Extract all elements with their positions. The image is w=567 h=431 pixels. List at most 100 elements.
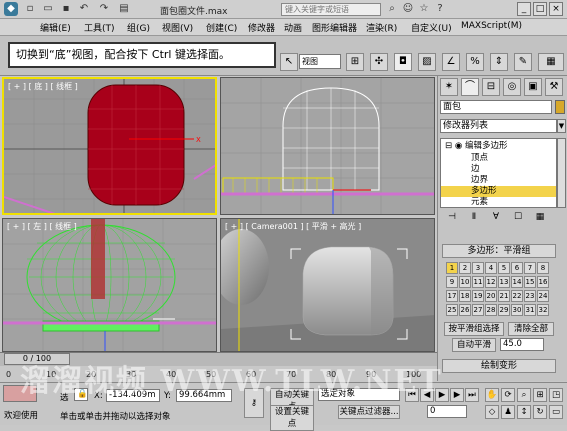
- menu-customize[interactable]: 自定义(U): [411, 21, 452, 34]
- smoothing-group-20[interactable]: 20: [485, 290, 497, 302]
- pin-stack-icon[interactable]: ⊣: [444, 210, 460, 225]
- menu-tools[interactable]: 工具(T): [84, 21, 115, 34]
- menu-graph-editors[interactable]: 图形编辑器: [312, 21, 357, 34]
- redo-icon[interactable]: ↷: [98, 3, 110, 15]
- menu-rendering[interactable]: 渲染(R): [366, 21, 397, 34]
- open-file-icon[interactable]: ▭: [42, 3, 54, 15]
- create-selection-button[interactable]: ▦: [538, 53, 564, 71]
- minimize-button[interactable]: _: [517, 2, 531, 16]
- smoothing-group-7[interactable]: 7: [524, 262, 536, 274]
- menu-group[interactable]: 组(G): [127, 21, 150, 34]
- menu-maxscript[interactable]: MAXScript(M): [461, 21, 522, 31]
- paint-deform-rollout-header[interactable]: 绘制变形: [442, 359, 556, 373]
- star-icon[interactable]: ☆: [418, 3, 430, 15]
- smoothing-group-12[interactable]: 12: [485, 276, 497, 288]
- auto-smooth-button[interactable]: 自动平滑: [452, 338, 496, 352]
- smoothing-groups-rollout-header[interactable]: 多边形：平滑组: [442, 244, 556, 258]
- set-key-button[interactable]: 设置关键点: [270, 405, 314, 431]
- smoothing-group-21[interactable]: 21: [498, 290, 510, 302]
- new-file-icon[interactable]: ▫: [24, 3, 36, 15]
- smoothing-group-32[interactable]: 32: [537, 304, 549, 316]
- community-icon[interactable]: ☺: [402, 3, 414, 15]
- viewport-bottom[interactable]: [ + ] [ 底 ] [ 线框 ] X: [2, 77, 217, 215]
- roll-icon[interactable]: ↻: [533, 405, 547, 419]
- show-end-result-icon[interactable]: Ⅱ: [466, 210, 482, 225]
- smoothing-group-23[interactable]: 23: [524, 290, 536, 302]
- select-icon[interactable]: ↖: [280, 53, 298, 71]
- auto-smooth-threshold-input[interactable]: 45.0: [500, 338, 544, 351]
- smoothing-group-30[interactable]: 30: [511, 304, 523, 316]
- maximize-button[interactable]: □: [533, 2, 547, 16]
- viewport-label[interactable]: [ + ] [ Camera001 ] [ 平滑 + 高光 ]: [225, 221, 361, 232]
- field-of-view-icon[interactable]: ◇: [485, 405, 499, 419]
- create-tab-icon[interactable]: ✶: [440, 78, 458, 96]
- viewport-label[interactable]: [ + ] [ 左 ] [ 线框 ]: [7, 221, 77, 232]
- close-button[interactable]: ×: [549, 2, 563, 16]
- smoothing-group-2[interactable]: 2: [459, 262, 471, 274]
- maximize-viewport-icon[interactable]: ◳: [549, 388, 563, 402]
- stack-item-polygon[interactable]: 多边形: [441, 186, 556, 197]
- project-folder-icon[interactable]: ▤: [118, 3, 130, 15]
- stack-item-edge[interactable]: 边: [441, 164, 556, 175]
- menu-edit[interactable]: 编辑(E): [40, 21, 71, 34]
- hierarchy-tab-icon[interactable]: ⊟: [482, 78, 500, 96]
- smoothing-group-10[interactable]: 10: [459, 276, 471, 288]
- smoothing-group-27[interactable]: 27: [472, 304, 484, 316]
- viewport-left[interactable]: [ + ] [ 左 ] [ 线框 ]: [2, 218, 217, 352]
- smoothing-group-25[interactable]: 25: [446, 304, 458, 316]
- smoothing-group-29[interactable]: 29: [498, 304, 510, 316]
- modifier-list-dropdown[interactable]: 修改器列表: [440, 119, 557, 133]
- smoothing-group-24[interactable]: 24: [537, 290, 549, 302]
- menu-modifiers[interactable]: 修改器: [248, 21, 275, 34]
- smoothing-group-19[interactable]: 19: [472, 290, 484, 302]
- key-filters-button[interactable]: 关键点过滤器...: [338, 405, 400, 419]
- named-selection-icon[interactable]: ✎: [514, 53, 532, 71]
- smoothing-group-5[interactable]: 5: [498, 262, 510, 274]
- stack-item-border[interactable]: 边界: [441, 175, 556, 186]
- smoothing-group-3[interactable]: 3: [472, 262, 484, 274]
- percent-snap-icon[interactable]: %: [466, 53, 484, 71]
- snap-icon[interactable]: ▨: [418, 53, 436, 71]
- smoothing-group-18[interactable]: 18: [459, 290, 471, 302]
- zoom-all-icon[interactable]: ⊞: [533, 388, 547, 402]
- search-icon[interactable]: ⌕: [386, 3, 398, 15]
- smoothing-group-16[interactable]: 16: [537, 276, 549, 288]
- viewport-perspective[interactable]: [220, 77, 435, 215]
- object-color-swatch[interactable]: [555, 100, 565, 114]
- pivot-icon[interactable]: ⊞: [346, 53, 364, 71]
- smoothing-group-22[interactable]: 22: [511, 290, 523, 302]
- app-logo-icon[interactable]: ◆: [4, 2, 18, 16]
- angle-snap-icon[interactable]: ∠: [442, 53, 460, 71]
- smoothing-group-26[interactable]: 26: [459, 304, 471, 316]
- smoothing-group-4[interactable]: 4: [485, 262, 497, 274]
- motion-tab-icon[interactable]: ◎: [503, 78, 521, 96]
- make-unique-icon[interactable]: ∀: [488, 210, 504, 225]
- object-name-field[interactable]: 面包: [440, 100, 552, 114]
- configure-modifier-sets-icon[interactable]: ▦: [532, 210, 548, 225]
- undo-icon[interactable]: ↶: [78, 3, 90, 15]
- menu-create[interactable]: 创建(C): [206, 21, 237, 34]
- pan-icon[interactable]: ✋: [485, 388, 499, 402]
- goto-end-icon[interactable]: ⏭: [465, 388, 479, 402]
- search-input[interactable]: 键入关键字或短语: [281, 3, 381, 16]
- clear-all-button[interactable]: 清除全部: [508, 322, 554, 336]
- smoothing-group-6[interactable]: 6: [511, 262, 523, 274]
- menu-view[interactable]: 视图(V): [162, 21, 193, 34]
- smoothing-group-14[interactable]: 14: [511, 276, 523, 288]
- smoothing-group-31[interactable]: 31: [524, 304, 536, 316]
- stack-item-edit-poly[interactable]: ⊟ ◉ 编辑多边形: [441, 141, 556, 152]
- utilities-tab-icon[interactable]: ⚒: [545, 78, 563, 96]
- modifier-stack[interactable]: ⊟ ◉ 编辑多边形 顶点 边 边界 多边形 元素: [440, 138, 557, 208]
- viewport-label[interactable]: [ + ] [ 底 ] [ 线框 ]: [8, 81, 78, 92]
- smoothing-group-28[interactable]: 28: [485, 304, 497, 316]
- remove-modifier-icon[interactable]: ☐: [510, 210, 526, 225]
- reference-coord-dropdown[interactable]: 视图: [299, 54, 341, 69]
- select-by-sg-button[interactable]: 按平滑组选择: [444, 322, 504, 336]
- smoothing-group-9[interactable]: 9: [446, 276, 458, 288]
- smoothing-group-17[interactable]: 17: [446, 290, 458, 302]
- menu-animation[interactable]: 动画: [284, 21, 302, 34]
- stack-item-vertex[interactable]: 顶点: [441, 153, 556, 164]
- viewport-camera[interactable]: [ + ] [ Camera001 ] [ 平滑 + 高光 ]: [220, 218, 435, 352]
- smoothing-group-8[interactable]: 8: [537, 262, 549, 274]
- smoothing-group-1[interactable]: 1: [446, 262, 458, 274]
